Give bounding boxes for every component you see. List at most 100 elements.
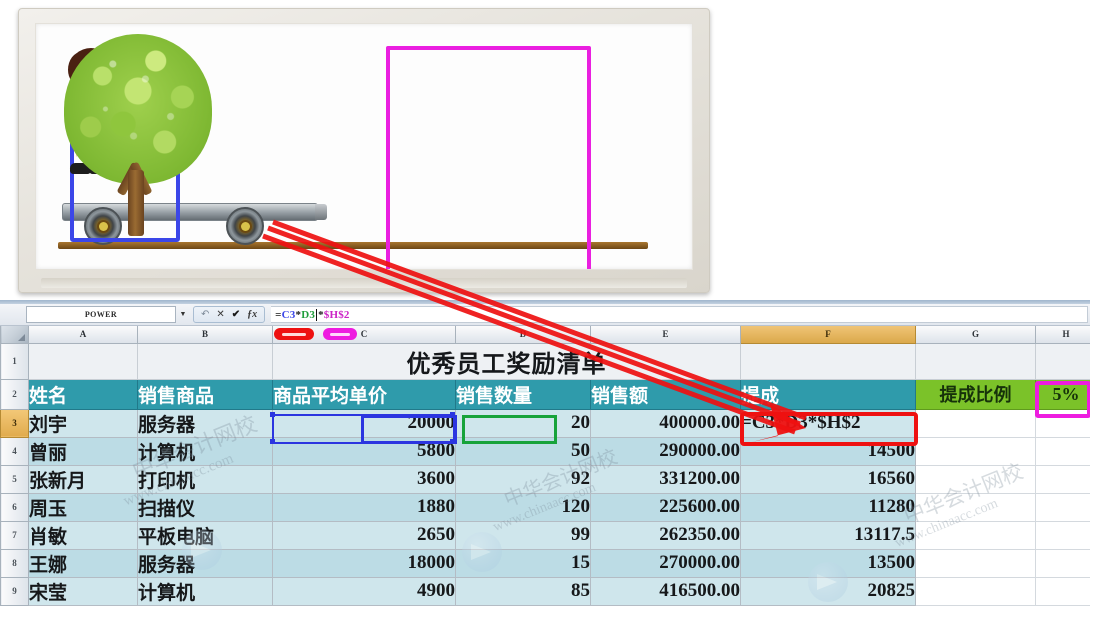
header-bonus[interactable]: 提成: [740, 378, 916, 410]
cell-e7[interactable]: 262350.00: [590, 520, 741, 550]
cell-g6[interactable]: [915, 492, 1036, 522]
confirm-icon[interactable]: ✔: [232, 309, 240, 320]
column-header-f[interactable]: F: [740, 326, 916, 344]
cell-b6[interactable]: 扫描仪: [137, 492, 273, 522]
cell-a9[interactable]: 宋莹: [28, 576, 138, 606]
function-icon[interactable]: ƒx: [247, 309, 257, 320]
header-name[interactable]: 姓名: [28, 378, 138, 410]
cell-e6[interactable]: 225600.00: [590, 492, 741, 522]
cell-c6[interactable]: 1880: [272, 492, 456, 522]
cell-a3[interactable]: 刘宇: [28, 408, 138, 438]
excel-window: POWER ▼ ↶ ✕ ✔ ƒx = C3 * D3 * $H$2 A B C D: [0, 300, 1096, 622]
cell-d8[interactable]: 15: [455, 548, 591, 578]
cell-a6[interactable]: 周玉: [28, 492, 138, 522]
row-header-4[interactable]: 4: [0, 436, 29, 466]
cell-g5[interactable]: [915, 464, 1036, 494]
cell-g9[interactable]: [915, 576, 1036, 606]
row-header-6[interactable]: 6: [0, 492, 29, 522]
header-product[interactable]: 销售商品: [137, 378, 273, 410]
row-header-7[interactable]: 7: [0, 520, 29, 550]
sheet-row-1: 1 优秀员工奖励清单: [0, 342, 1096, 380]
cell-e4[interactable]: 290000.00: [590, 436, 741, 466]
cell-c4[interactable]: 5800: [272, 436, 456, 466]
cell-g4[interactable]: [915, 436, 1036, 466]
row-header-8[interactable]: 8: [0, 548, 29, 578]
cell-f8[interactable]: 13500: [740, 548, 916, 578]
cell-h4[interactable]: [1035, 436, 1096, 466]
cell-b3[interactable]: 服务器: [137, 408, 273, 438]
cell-g7[interactable]: [915, 520, 1036, 550]
cell-h5[interactable]: [1035, 464, 1096, 494]
cell-g1[interactable]: [915, 342, 1036, 380]
row-header-5[interactable]: 5: [0, 464, 29, 494]
rate-label-cell[interactable]: 提成比例: [915, 378, 1036, 410]
cell-d5[interactable]: 92: [455, 464, 591, 494]
table-row: 5 张新月 打印机 3600 92 331200.00 16560: [0, 464, 1096, 494]
cell-d9[interactable]: 85: [455, 576, 591, 606]
cell-f1[interactable]: [740, 342, 916, 380]
column-header-d[interactable]: D: [455, 326, 591, 344]
cell-b1[interactable]: [137, 342, 273, 380]
cell-c5[interactable]: 3600: [272, 464, 456, 494]
cancel-icon[interactable]: ✕: [216, 309, 224, 320]
column-header-a[interactable]: A: [28, 326, 138, 344]
formula-action-group: ↶ ✕ ✔ ƒx: [193, 306, 266, 323]
cell-e3[interactable]: 400000.00: [590, 408, 741, 438]
row-header-1[interactable]: 1: [0, 342, 29, 380]
cell-a7[interactable]: 肖敏: [28, 520, 138, 550]
cell-c9[interactable]: 4900: [272, 576, 456, 606]
select-all-corner[interactable]: [0, 326, 29, 344]
cell-h1[interactable]: [1035, 342, 1096, 380]
cell-h8[interactable]: [1035, 548, 1096, 578]
cell-f6[interactable]: 11280: [740, 492, 916, 522]
undo-icon[interactable]: ↶: [201, 309, 209, 320]
cell-f4[interactable]: 14500: [740, 436, 916, 466]
formula-bar: POWER ▼ ↶ ✕ ✔ ƒx = C3 * D3 * $H$2: [0, 304, 1096, 326]
cell-g8[interactable]: [915, 548, 1036, 578]
rate-value-cell[interactable]: 5%: [1035, 378, 1096, 410]
cell-f3[interactable]: =C3*D3*$H$2: [740, 408, 916, 438]
column-header-b[interactable]: B: [137, 326, 273, 344]
row-header-3[interactable]: 3: [0, 408, 29, 438]
formula-input[interactable]: = C3 * D3 * $H$2: [271, 306, 1088, 323]
cell-c7[interactable]: 2650: [272, 520, 456, 550]
header-unit-price[interactable]: 商品平均单价: [272, 378, 456, 410]
cell-d6[interactable]: 120: [455, 492, 591, 522]
cell-b8[interactable]: 服务器: [137, 548, 273, 578]
cell-h7[interactable]: [1035, 520, 1096, 550]
column-header-h[interactable]: H: [1035, 326, 1096, 344]
sheet-title[interactable]: 优秀员工奖励清单: [272, 342, 741, 380]
header-quantity[interactable]: 销售数量: [455, 378, 591, 410]
column-header-g[interactable]: G: [915, 326, 1036, 344]
sheet-table: A B C D E F G H 1 优秀员工奖励清单 2 姓名 销售商品 商品平…: [0, 326, 1096, 606]
cell-d4[interactable]: 50: [455, 436, 591, 466]
cell-g3[interactable]: [915, 408, 1036, 438]
cell-f7[interactable]: 13117.5: [740, 520, 916, 550]
cell-d3[interactable]: 20: [455, 408, 591, 438]
header-sales-amount[interactable]: 销售额: [590, 378, 741, 410]
cell-h3[interactable]: [1035, 408, 1096, 438]
cell-a4[interactable]: 曾丽: [28, 436, 138, 466]
cell-a5[interactable]: 张新月: [28, 464, 138, 494]
cell-a1[interactable]: [28, 342, 138, 380]
cell-e5[interactable]: 331200.00: [590, 464, 741, 494]
cell-h6[interactable]: [1035, 492, 1096, 522]
cell-h9[interactable]: [1035, 576, 1096, 606]
cell-f5[interactable]: 16560: [740, 464, 916, 494]
name-box[interactable]: POWER: [26, 306, 176, 323]
row-header-2[interactable]: 2: [0, 378, 29, 410]
cell-a8[interactable]: 王娜: [28, 548, 138, 578]
cell-e8[interactable]: 270000.00: [590, 548, 741, 578]
cell-b7[interactable]: 平板电脑: [137, 520, 273, 550]
cell-d7[interactable]: 99: [455, 520, 591, 550]
cell-e9[interactable]: 416500.00: [590, 576, 741, 606]
cell-c3[interactable]: 20000: [272, 408, 456, 438]
column-header-e[interactable]: E: [590, 326, 741, 344]
cell-b4[interactable]: 计算机: [137, 436, 273, 466]
name-box-dropdown-icon[interactable]: ▼: [176, 306, 190, 323]
cell-b5[interactable]: 打印机: [137, 464, 273, 494]
cell-f9[interactable]: 20825: [740, 576, 916, 606]
cell-b9[interactable]: 计算机: [137, 576, 273, 606]
cell-c8[interactable]: 18000: [272, 548, 456, 578]
row-header-9[interactable]: 9: [0, 576, 29, 606]
